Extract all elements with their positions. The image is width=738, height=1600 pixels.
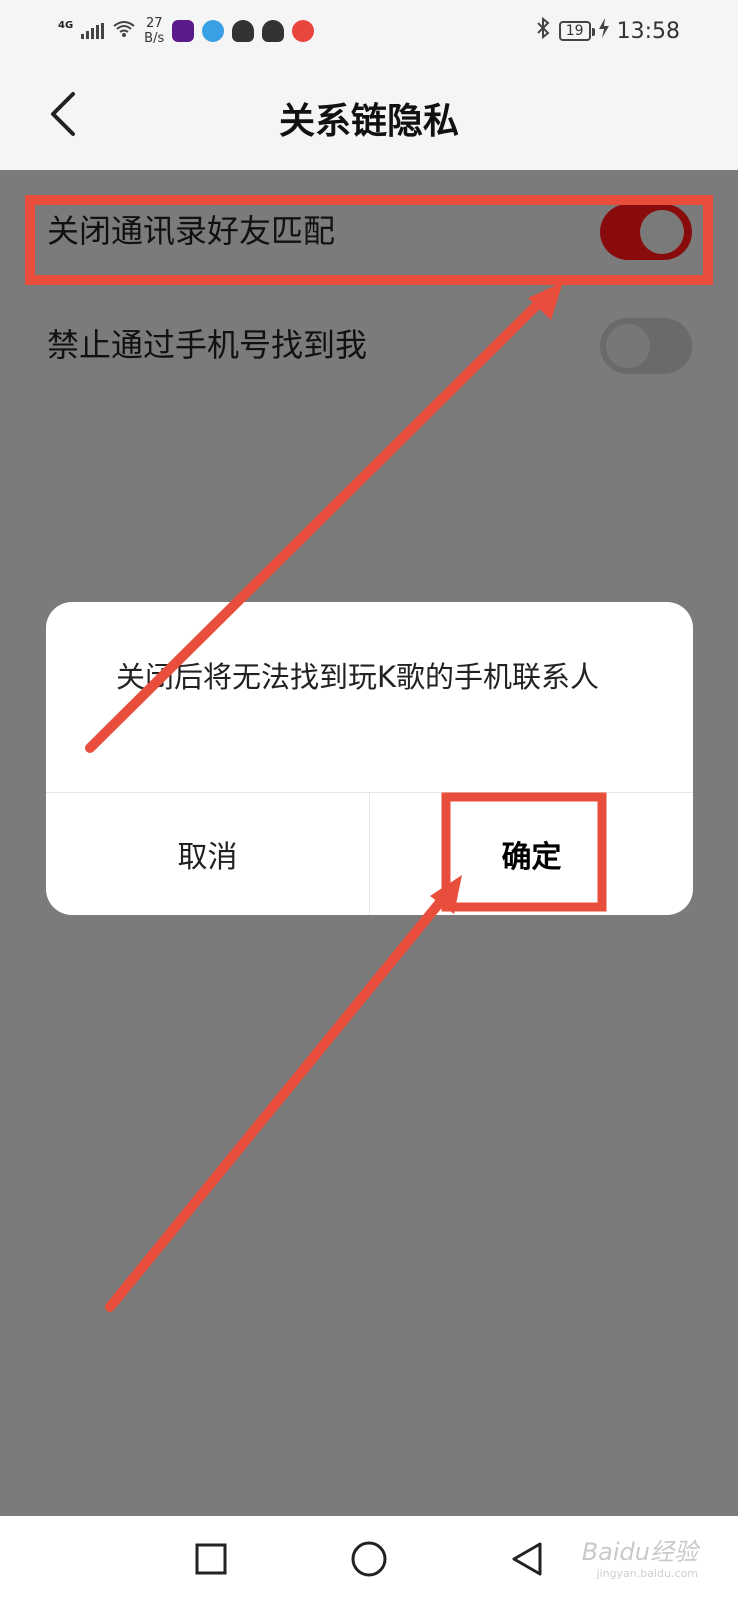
- square-icon: [195, 1543, 227, 1575]
- contacts-match-toggle[interactable]: [600, 204, 692, 260]
- watermark-text: Baidu经验: [581, 1538, 698, 1566]
- triangle-back-icon: [512, 1542, 542, 1576]
- confirm-dialog: 关闭后将无法找到玩K歌的手机联系人 取消 确定: [46, 602, 693, 915]
- back-nav-button[interactable]: [502, 1534, 552, 1584]
- system-nav-bar: Baidu经验 jingyan.baidu.com: [0, 1516, 738, 1600]
- dialog-message: 关闭后将无法找到玩K歌的手机联系人: [116, 660, 600, 694]
- setting-row-phone-search[interactable]: 禁止通过手机号找到我: [0, 290, 738, 400]
- kge-app-icon: [292, 20, 315, 42]
- cancel-button[interactable]: 取消: [46, 793, 369, 915]
- arrow-line-bottom: [105, 885, 455, 1312]
- setting-row-contacts-match[interactable]: 关闭通讯录好友匹配: [0, 176, 738, 286]
- recent-apps-button[interactable]: [186, 1534, 236, 1584]
- toggle-knob: [606, 324, 650, 368]
- header: 关系链隐私: [0, 62, 738, 170]
- charging-icon: [598, 18, 609, 44]
- wifi-icon: [112, 19, 136, 43]
- qq-icon-2: [262, 20, 285, 42]
- phone-search-toggle[interactable]: [600, 318, 692, 374]
- page-title: 关系链隐私: [278, 101, 459, 142]
- baidu-watermark: Baidu经验 jingyan.baidu.com: [582, 1532, 698, 1580]
- status-bar: 4G 27 B/s 19 13:58: [0, 0, 738, 62]
- bluetooth-icon: [535, 16, 551, 46]
- network-type: 4G: [58, 20, 74, 31]
- setting-label: 关闭通讯录好友匹配: [47, 212, 336, 250]
- toggle-knob: [640, 210, 684, 254]
- confirm-button[interactable]: 确定: [369, 793, 693, 915]
- battery-indicator: 19: [558, 21, 595, 41]
- watermark-url: jingyan.baidu.com: [596, 1567, 698, 1580]
- home-button[interactable]: [344, 1534, 394, 1584]
- dialog-actions: 取消 确定: [46, 792, 693, 915]
- circle-icon: [351, 1541, 387, 1577]
- qq-icon: [232, 20, 255, 42]
- clock: 13:58: [616, 18, 680, 44]
- browser-app-icon: [202, 20, 225, 42]
- network-speed: 27 B/s: [144, 16, 165, 46]
- video-app-icon: [172, 20, 195, 42]
- setting-label: 禁止通过手机号找到我: [47, 326, 368, 364]
- signal-icon: [81, 23, 105, 39]
